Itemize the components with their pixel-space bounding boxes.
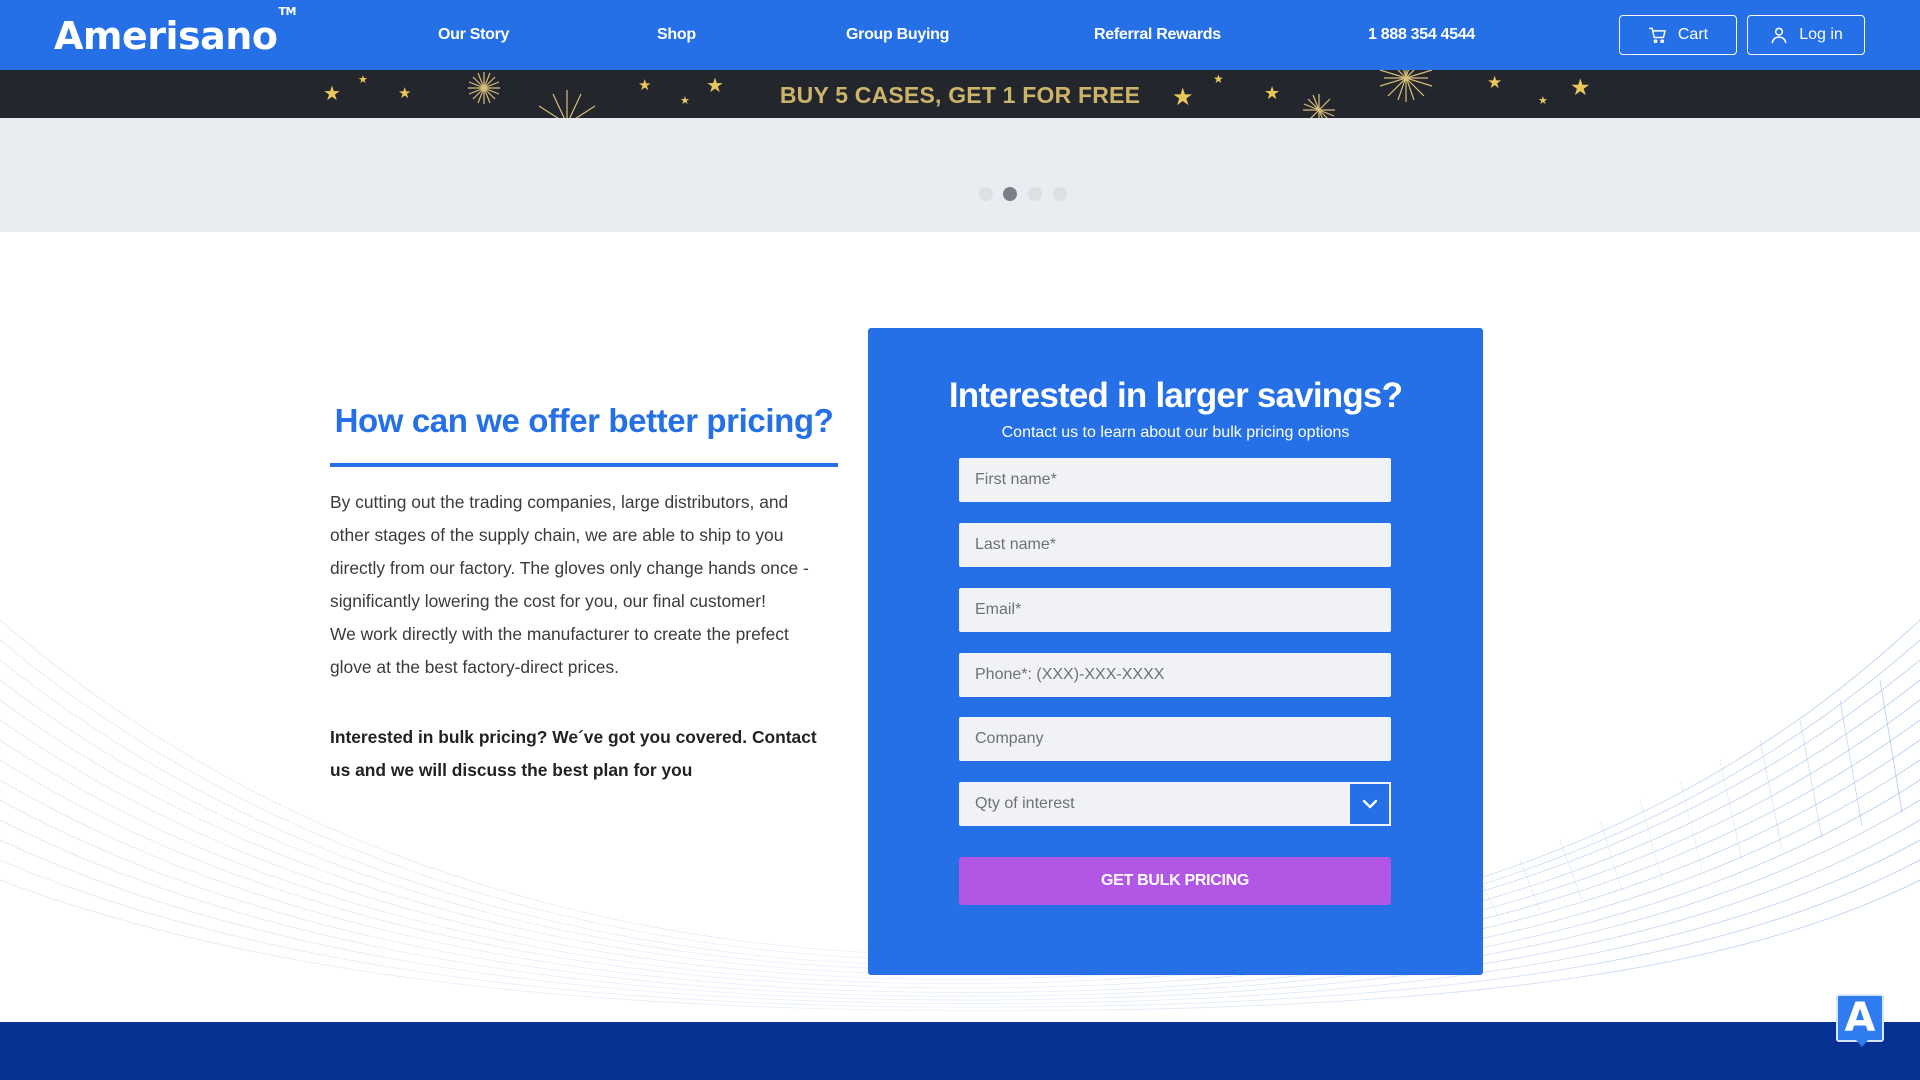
- info-paragraph-1: By cutting out the trading companies, la…: [330, 492, 809, 611]
- first-name-field[interactable]: [959, 458, 1391, 502]
- nav-shop[interactable]: Shop: [657, 0, 696, 70]
- qty-select-label: Qty of interest: [975, 795, 1075, 812]
- last-name-field[interactable]: [959, 523, 1391, 567]
- qty-of-interest-select[interactable]: Qty of interest: [959, 782, 1391, 826]
- promo-text: BUY 5 CASES, GET 1 FOR FREE: [779, 82, 1141, 108]
- accessibility-widget-button[interactable]: A: [1836, 994, 1884, 1042]
- info-heading: How can we offer better pricing?: [334, 402, 834, 439]
- slider-dot-1[interactable]: [979, 187, 993, 201]
- login-label: Log in: [1799, 26, 1843, 43]
- info-paragraph-2: We work directly with the manufacturer t…: [330, 624, 789, 677]
- bulk-pricing-form: Interested in larger savings? Contact us…: [868, 328, 1483, 975]
- promo-banner[interactable]: ★ ★ ★ ★ ★ ★ ★ ★ ★ ★ ★ ★ BUY 5 CASES, GET…: [0, 70, 1920, 118]
- cart-label: Cart: [1677, 26, 1709, 43]
- login-button[interactable]: Log in: [1747, 15, 1865, 55]
- widget-tail: [1856, 1040, 1868, 1047]
- info-callout: Interested in bulk pricing? We´ve got yo…: [330, 727, 817, 780]
- nav-phone-number[interactable]: 1 888 354 4544: [1368, 0, 1475, 70]
- brand-logo[interactable]: AmerisanoTM: [54, 5, 296, 58]
- chevron-down-icon: [1362, 799, 1377, 809]
- company-field[interactable]: [959, 717, 1391, 761]
- nav-our-story[interactable]: Our Story: [438, 0, 509, 70]
- get-bulk-pricing-button[interactable]: GET BULK PRICING: [959, 857, 1391, 905]
- form-title: Interested in larger savings?: [948, 376, 1403, 415]
- nav-group-buying[interactable]: Group Buying: [846, 0, 949, 70]
- cart-icon: [1648, 27, 1666, 44]
- site-header: AmerisanoTM Our Story Shop Group Buying …: [0, 0, 1920, 70]
- slider-dot-4[interactable]: [1053, 187, 1067, 201]
- widget-letter: A: [1844, 995, 1876, 1041]
- slider-dot-2[interactable]: [1003, 187, 1017, 201]
- footer-band: [0, 1022, 1920, 1080]
- user-icon: [1771, 27, 1787, 44]
- cart-button[interactable]: Cart: [1619, 15, 1737, 55]
- heading-divider: [330, 463, 838, 467]
- slider-dot-3[interactable]: [1028, 187, 1042, 201]
- email-field[interactable]: [959, 588, 1391, 632]
- phone-field[interactable]: [959, 653, 1391, 697]
- nav-referral-rewards[interactable]: Referral Rewards: [1094, 0, 1221, 70]
- logo-text: Amerisano: [54, 14, 278, 58]
- info-body: By cutting out the trading companies, la…: [330, 486, 830, 684]
- form-subtitle: Contact us to learn about our bulk prici…: [1001, 424, 1350, 441]
- hero-slider: [0, 118, 1920, 232]
- dropdown-toggle[interactable]: [1348, 782, 1391, 826]
- trademark-mark: TM: [278, 5, 296, 19]
